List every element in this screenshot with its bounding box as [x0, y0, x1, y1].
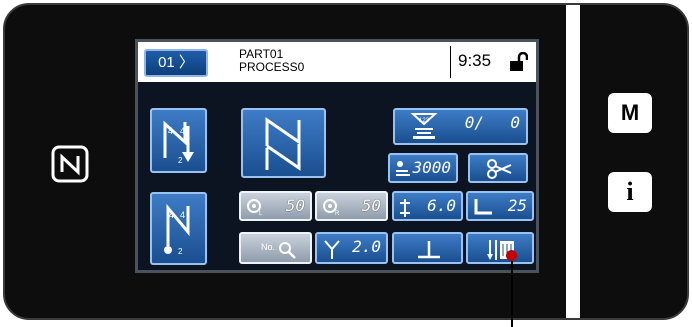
presser-foot-pressure-icon: [474, 199, 492, 215]
presser-foot-pressure-button[interactable]: 25: [466, 191, 534, 221]
needle-up-down-button[interactable]: [392, 232, 463, 264]
pattern-number-button[interactable]: 01 〉: [144, 49, 208, 77]
thread-tension-left-icon: L: [247, 199, 263, 216]
svg-text:2: 2: [178, 247, 183, 256]
svg-text:2: 2: [178, 156, 183, 165]
counter-sub-value: 0: [510, 113, 520, 132]
needle-gauge-icon: [324, 240, 340, 259]
reverse-feed-end-icon: 4 4 2: [164, 203, 190, 256]
presser-foot-value: 25: [507, 196, 527, 215]
thread-trimmer-button[interactable]: [468, 153, 528, 183]
search-label: No.: [261, 242, 276, 252]
clock: 9:35: [458, 51, 492, 70]
needle-up-down-icon: [418, 241, 440, 259]
svg-text:4: 4: [180, 210, 185, 220]
svg-text:4: 4: [180, 126, 185, 136]
operation-panel: M i 01 〉 PART01 PROCESS0 9:35 4 4 2 4 4 …: [3, 3, 689, 320]
needle-gauge-value: 2.0: [352, 237, 381, 256]
callout-marker: [506, 250, 517, 261]
stitch-length-icon: [400, 199, 410, 217]
unlocked-padlock-icon[interactable]: [508, 52, 528, 72]
svg-text:4: 4: [168, 126, 173, 136]
counter-value: 0/: [464, 113, 484, 132]
multilayer-stitching-icon: [265, 117, 301, 171]
presser-foot-count-icon: [396, 161, 410, 176]
tension-right-value: 50: [361, 196, 381, 215]
bobbin-counter-icon: 123: [410, 113, 438, 139]
status-separator: [450, 46, 451, 78]
mode-button[interactable]: M: [608, 93, 652, 133]
one-stitch-reverse-button[interactable]: [466, 232, 534, 264]
nfc-icon: [51, 145, 89, 183]
reverse-feed-end-button[interactable]: 4 4 2: [150, 192, 207, 265]
part-name: PART01 PROCESS0: [239, 48, 304, 74]
reverse-feed-start-button[interactable]: 4 4 2: [150, 108, 207, 173]
stitch-length-value: 6.0: [427, 196, 456, 215]
search-icon: [279, 242, 296, 259]
needle-gauge-button[interactable]: 2.0: [315, 232, 388, 264]
svg-text:R: R: [335, 211, 340, 216]
multilayer-stitching-button[interactable]: [241, 108, 326, 178]
bobbin-counter-button[interactable]: 123 0/ 0: [393, 108, 528, 145]
pattern-search-button[interactable]: No.: [239, 232, 312, 264]
thread-tension-right-button[interactable]: R 50: [315, 191, 388, 221]
thread-tension-left-button[interactable]: L 50: [239, 191, 312, 221]
callout-line: [511, 256, 513, 327]
stitch-count-button[interactable]: 3000: [388, 153, 458, 183]
svg-text:123: 123: [419, 118, 430, 124]
svg-text:L: L: [259, 211, 263, 216]
svg-text:4: 4: [169, 210, 174, 220]
panel-divider: [566, 5, 580, 318]
part-name-line2: PROCESS0: [239, 60, 305, 74]
status-bar: 01 〉 PART01 PROCESS0 9:35: [138, 42, 536, 82]
reverse-feed-start-icon: 4 4 2: [163, 120, 194, 165]
arrow-right-icon: 〉: [178, 54, 194, 71]
information-button[interactable]: i: [608, 172, 652, 212]
thread-tension-right-icon: R: [323, 199, 340, 216]
pattern-number: 01: [158, 54, 175, 71]
tension-left-value: 50: [285, 196, 305, 215]
lcd-screen: 01 〉 PART01 PROCESS0 9:35 4 4 2 4 4 2 12…: [135, 39, 539, 273]
scissors-icon: [487, 159, 512, 179]
stitch-length-button[interactable]: 6.0: [392, 191, 463, 221]
stitch-count-value: 3000: [412, 158, 451, 177]
